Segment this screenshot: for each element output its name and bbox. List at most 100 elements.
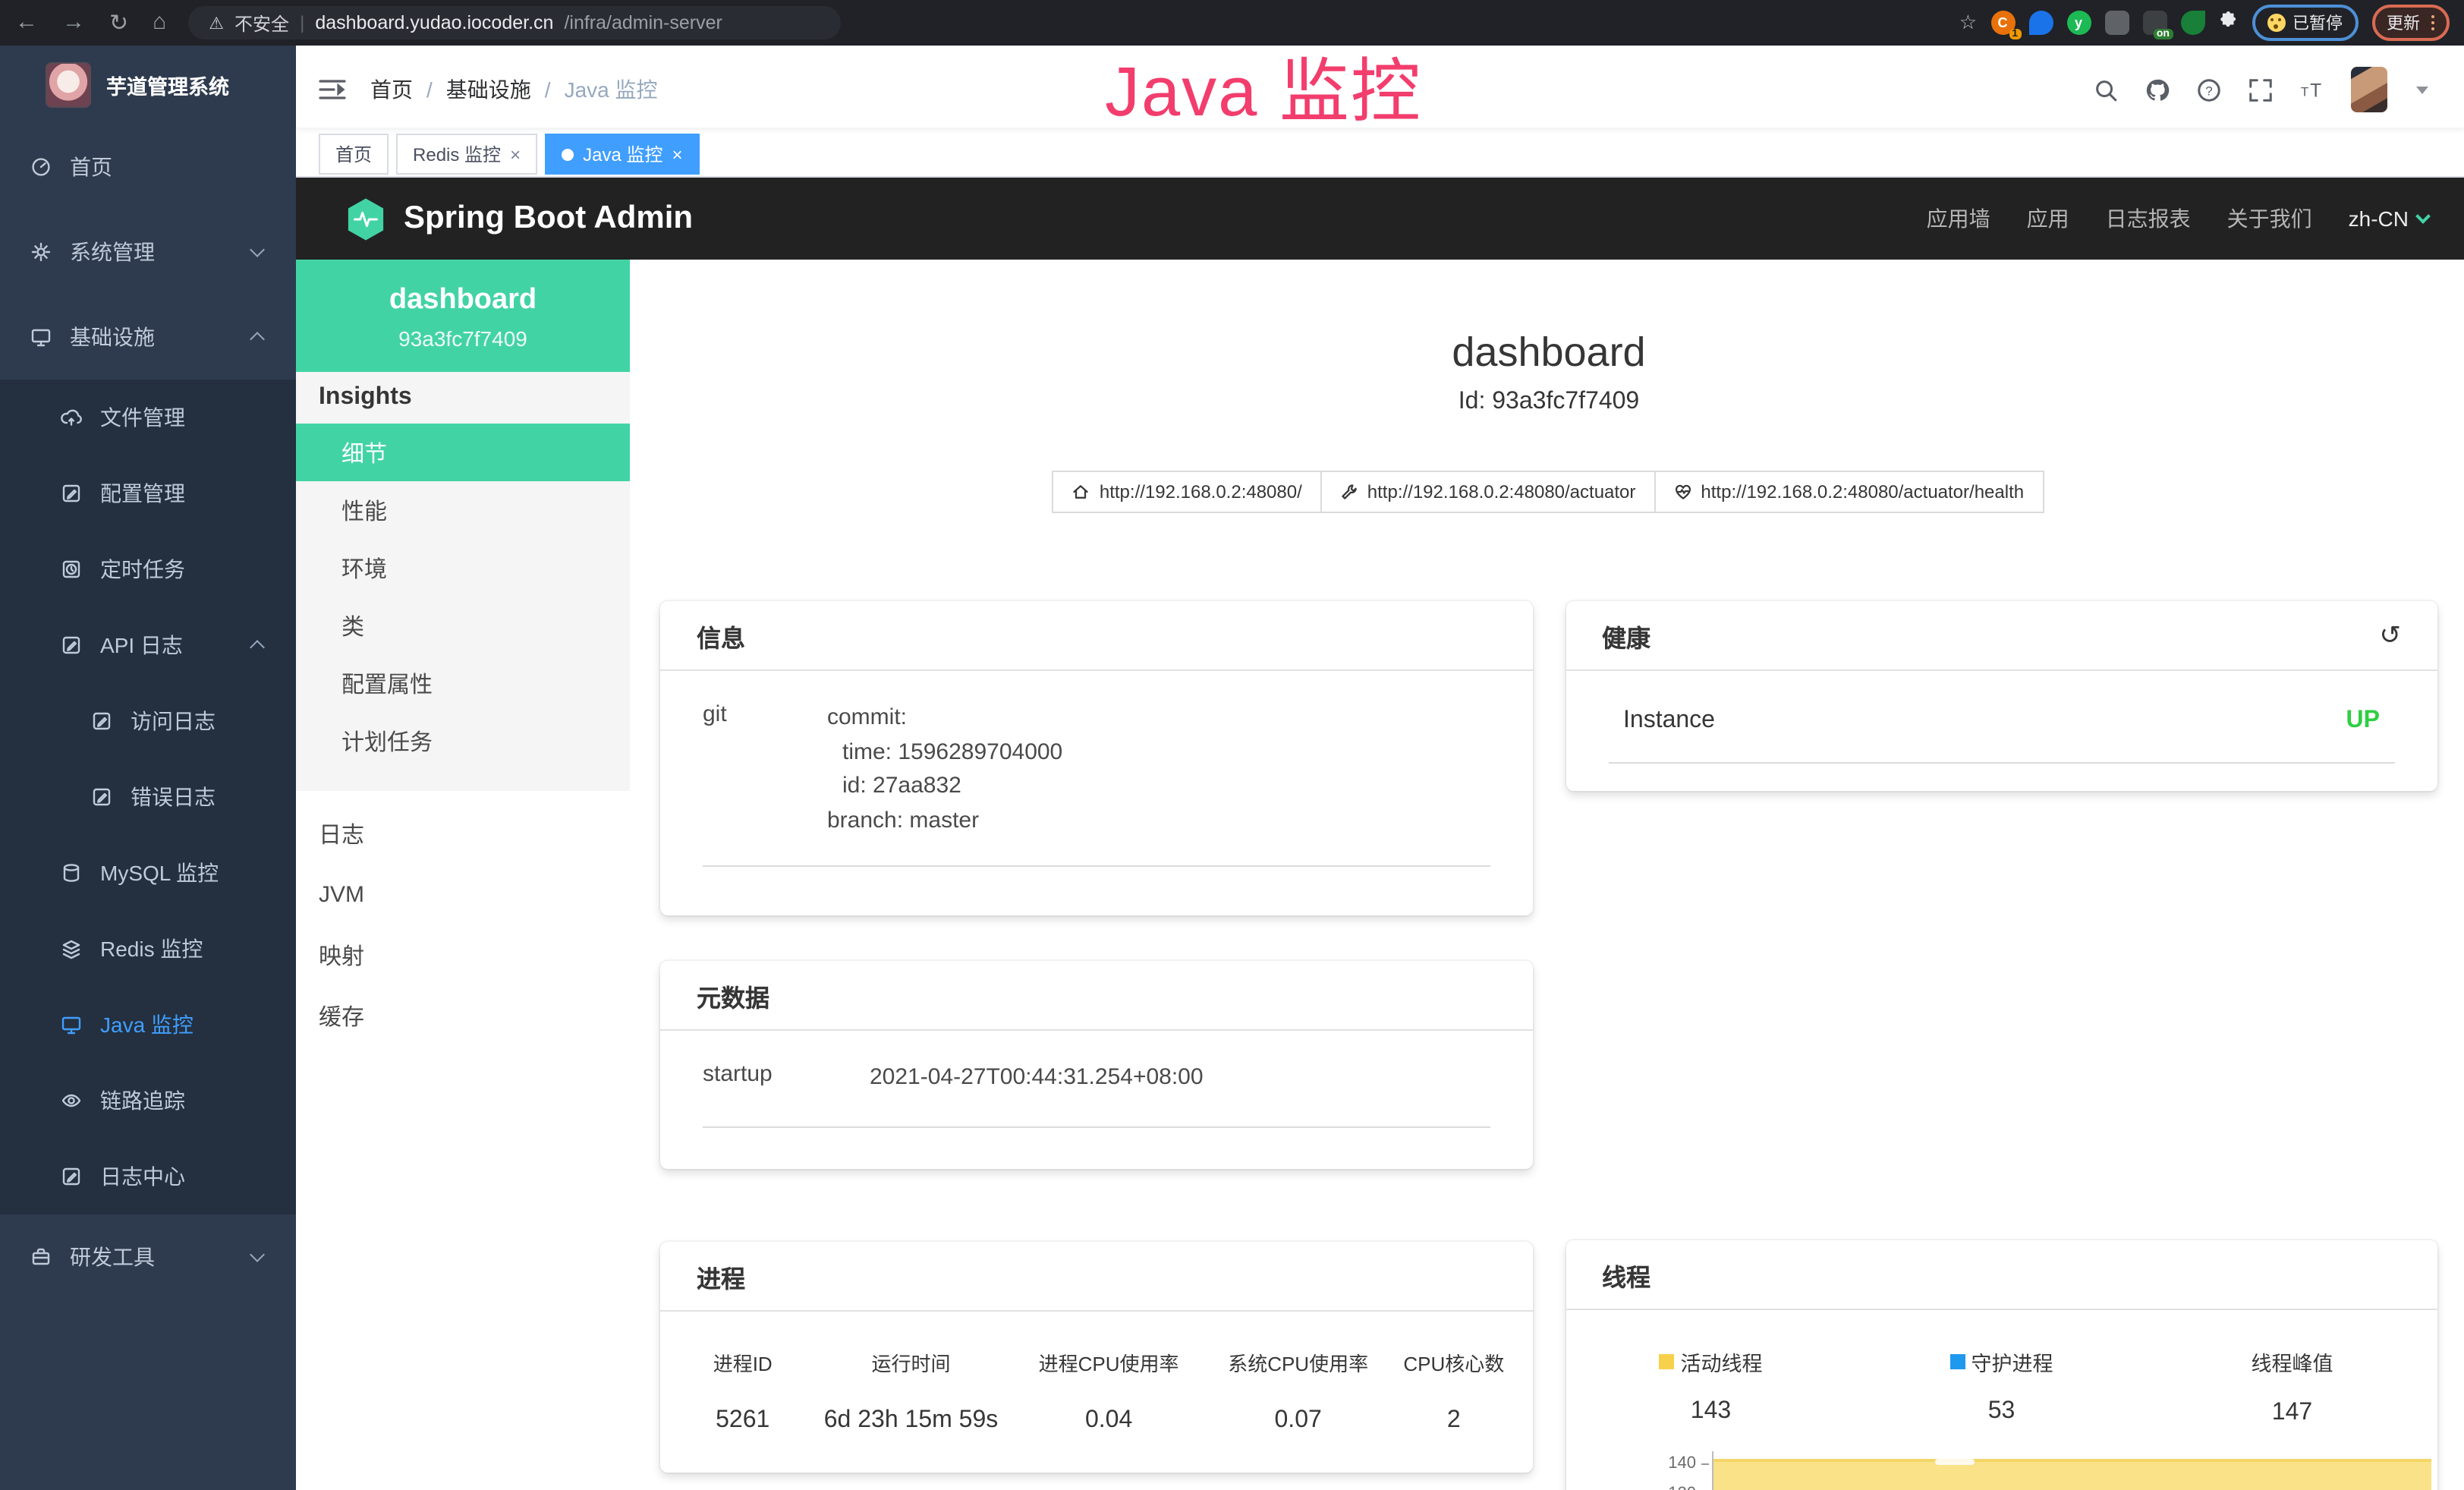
- tab-label: 首页: [335, 141, 372, 167]
- insights-group-label: Insights: [296, 372, 630, 424]
- history-icon[interactable]: ↺: [2380, 620, 2402, 650]
- close-icon[interactable]: ×: [510, 143, 521, 165]
- tab-home[interactable]: 首页: [319, 134, 389, 175]
- sba-item-beans[interactable]: 类: [296, 597, 630, 654]
- tab-java-monitor[interactable]: Java 监控 ×: [545, 134, 699, 175]
- chevron-down-icon: [250, 1247, 265, 1262]
- sba-language-select[interactable]: zh-CN: [2349, 206, 2428, 231]
- heartbeat-icon: [1673, 483, 1691, 501]
- log-edit-icon: [91, 786, 112, 808]
- sba-nav-about[interactable]: 关于我们: [2227, 203, 2312, 234]
- sidebar-item-label: 定时任务: [100, 554, 185, 584]
- health-url-label: http://192.168.0.2:48080/actuator/health: [1701, 481, 2024, 502]
- extension-grid-icon[interactable]: [2104, 11, 2129, 35]
- sidebar-item-api-logs[interactable]: API 日志: [0, 607, 296, 683]
- extension-colorzilla-icon[interactable]: C1: [1990, 11, 2015, 35]
- font-size-icon[interactable]: TT: [2299, 77, 2325, 102]
- sidebar-item-label: Java 监控: [100, 1010, 194, 1040]
- java-monitor-icon: [61, 1014, 82, 1035]
- sidebar-collapse-icon[interactable]: [319, 79, 346, 100]
- sidebar-item-home[interactable]: 首页: [0, 124, 296, 209]
- database-icon: [61, 862, 82, 884]
- browser-reload-icon[interactable]: ↻: [109, 9, 128, 36]
- fullscreen-icon[interactable]: [2248, 77, 2274, 102]
- sba-item-environment[interactable]: 环境: [296, 539, 630, 597]
- emoji-face-icon: [2267, 14, 2285, 32]
- threads-chart: 140 120 100: [1566, 1451, 2437, 1490]
- user-menu-caret-icon[interactable]: [2416, 86, 2428, 93]
- extension-pin-icon[interactable]: [2028, 11, 2053, 35]
- eye-icon: [61, 1090, 82, 1111]
- search-icon[interactable]: [2093, 77, 2119, 102]
- help-icon[interactable]: ?: [2196, 77, 2222, 102]
- health-url-link[interactable]: http://192.168.0.2:48080/actuator/health: [1654, 471, 2044, 513]
- sidebar-item-dev-tools[interactable]: 研发工具: [0, 1214, 296, 1299]
- sba-item-config-props[interactable]: 配置属性: [296, 654, 630, 712]
- sidebar-item-java-monitor[interactable]: Java 监控: [0, 987, 296, 1063]
- sba-nav-wallboard[interactable]: 应用墙: [1927, 203, 1990, 234]
- tab-label: Java 监控: [583, 141, 662, 167]
- close-icon[interactable]: ×: [672, 143, 682, 165]
- user-avatar[interactable]: [2351, 67, 2387, 112]
- service-url-link[interactable]: http://192.168.0.2:48080/: [1053, 471, 1322, 513]
- process-col-pid: 进程ID: [675, 1348, 810, 1377]
- sba-nav-journal[interactable]: 日志报表: [2106, 203, 2191, 234]
- sba-item-scheduled-tasks[interactable]: 计划任务: [296, 712, 630, 770]
- browser-forward-icon[interactable]: →: [62, 9, 85, 36]
- sba-item-details[interactable]: 细节: [296, 424, 630, 481]
- browser-back-icon[interactable]: ←: [15, 9, 38, 36]
- sba-nav-applications[interactable]: 应用: [2027, 203, 2069, 234]
- bookmark-star-icon[interactable]: ☆: [1959, 11, 1977, 35]
- sba-brand[interactable]: Spring Boot Admin: [346, 197, 693, 241]
- chevron-up-icon: [250, 332, 265, 347]
- sidebar-item-system-management[interactable]: 系统管理: [0, 209, 296, 295]
- sidebar-item-scheduled-jobs[interactable]: 定时任务: [0, 531, 296, 607]
- live-threads-value: 143: [1566, 1398, 1856, 1425]
- git-time-line: time: 1596289704000: [827, 736, 1490, 770]
- extension-y-icon[interactable]: y: [2066, 11, 2091, 35]
- sidebar-item-infrastructure[interactable]: 基础设施: [0, 295, 296, 380]
- sba-item-mappings[interactable]: 映射: [296, 925, 630, 985]
- sidebar-item-mysql-monitor[interactable]: MySQL 监控: [0, 835, 296, 911]
- svg-text:T: T: [2310, 80, 2321, 101]
- breadcrumb-home[interactable]: 首页: [370, 74, 413, 105]
- browser-menu-icon[interactable]: [2431, 15, 2434, 31]
- dashboard-icon: [30, 156, 52, 178]
- sba-item-logging[interactable]: 日志: [296, 803, 630, 864]
- sidebar-item-label: 首页: [70, 152, 112, 182]
- threads-card: 线程 活动线程 143 守护进程 53: [1566, 1240, 2437, 1490]
- instance-id: 93a3fc7f7409: [308, 326, 618, 351]
- briefcase-icon: [30, 1246, 52, 1268]
- breadcrumb-infrastructure[interactable]: 基础设施: [446, 74, 531, 105]
- process-cpu-value: 0.04: [1012, 1407, 1206, 1435]
- browser-home-icon[interactable]: ⌂: [153, 9, 166, 36]
- github-icon[interactable]: [2145, 77, 2170, 102]
- sidebar-item-error-logs[interactable]: 错误日志: [0, 759, 296, 835]
- sidebar-item-tracing[interactable]: 链路追踪: [0, 1063, 296, 1139]
- instance-header[interactable]: dashboard 93a3fc7f7409: [296, 260, 630, 372]
- y-tick: 120: [1566, 1485, 1711, 1490]
- profile-paused-badge[interactable]: 已暂停: [2252, 5, 2358, 41]
- tab-redis-monitor[interactable]: Redis 监控 ×: [396, 134, 537, 175]
- sidebar-item-log-center[interactable]: 日志中心: [0, 1139, 296, 1214]
- health-card: 健康 ↺ Instance UP: [1566, 601, 2437, 791]
- process-col-system-cpu: 系统CPU使用率: [1206, 1348, 1391, 1377]
- extension-switch-icon[interactable]: on: [2142, 11, 2167, 35]
- sba-item-jvm[interactable]: JVM: [296, 864, 630, 925]
- extension-leaf-icon[interactable]: [2180, 11, 2204, 35]
- sidebar-item-file-management[interactable]: 文件管理: [0, 380, 296, 455]
- extensions-puzzle-icon[interactable]: [2218, 11, 2238, 35]
- browser-update-button[interactable]: 更新: [2371, 5, 2450, 41]
- sidebar-item-redis-monitor[interactable]: Redis 监控: [0, 911, 296, 987]
- screenshot-annotation: Java 监控: [1105, 36, 1422, 137]
- security-label[interactable]: 不安全: [234, 10, 289, 36]
- sidebar-item-config-management[interactable]: 配置管理: [0, 455, 296, 531]
- app-logo-row[interactable]: 芋道管理系统: [0, 46, 296, 124]
- sba-item-metrics[interactable]: 性能: [296, 481, 630, 539]
- breadcrumb-separator: /: [545, 77, 551, 102]
- address-bar[interactable]: ⚠ 不安全 | dashboard.yudao.iocoder.cn/infra…: [187, 6, 840, 39]
- sba-logo-icon: [346, 197, 385, 241]
- actuator-url-link[interactable]: http://192.168.0.2:48080/actuator: [1320, 471, 1656, 513]
- sba-item-caches[interactable]: 缓存: [296, 985, 630, 1046]
- sidebar-item-access-logs[interactable]: 访问日志: [0, 683, 296, 759]
